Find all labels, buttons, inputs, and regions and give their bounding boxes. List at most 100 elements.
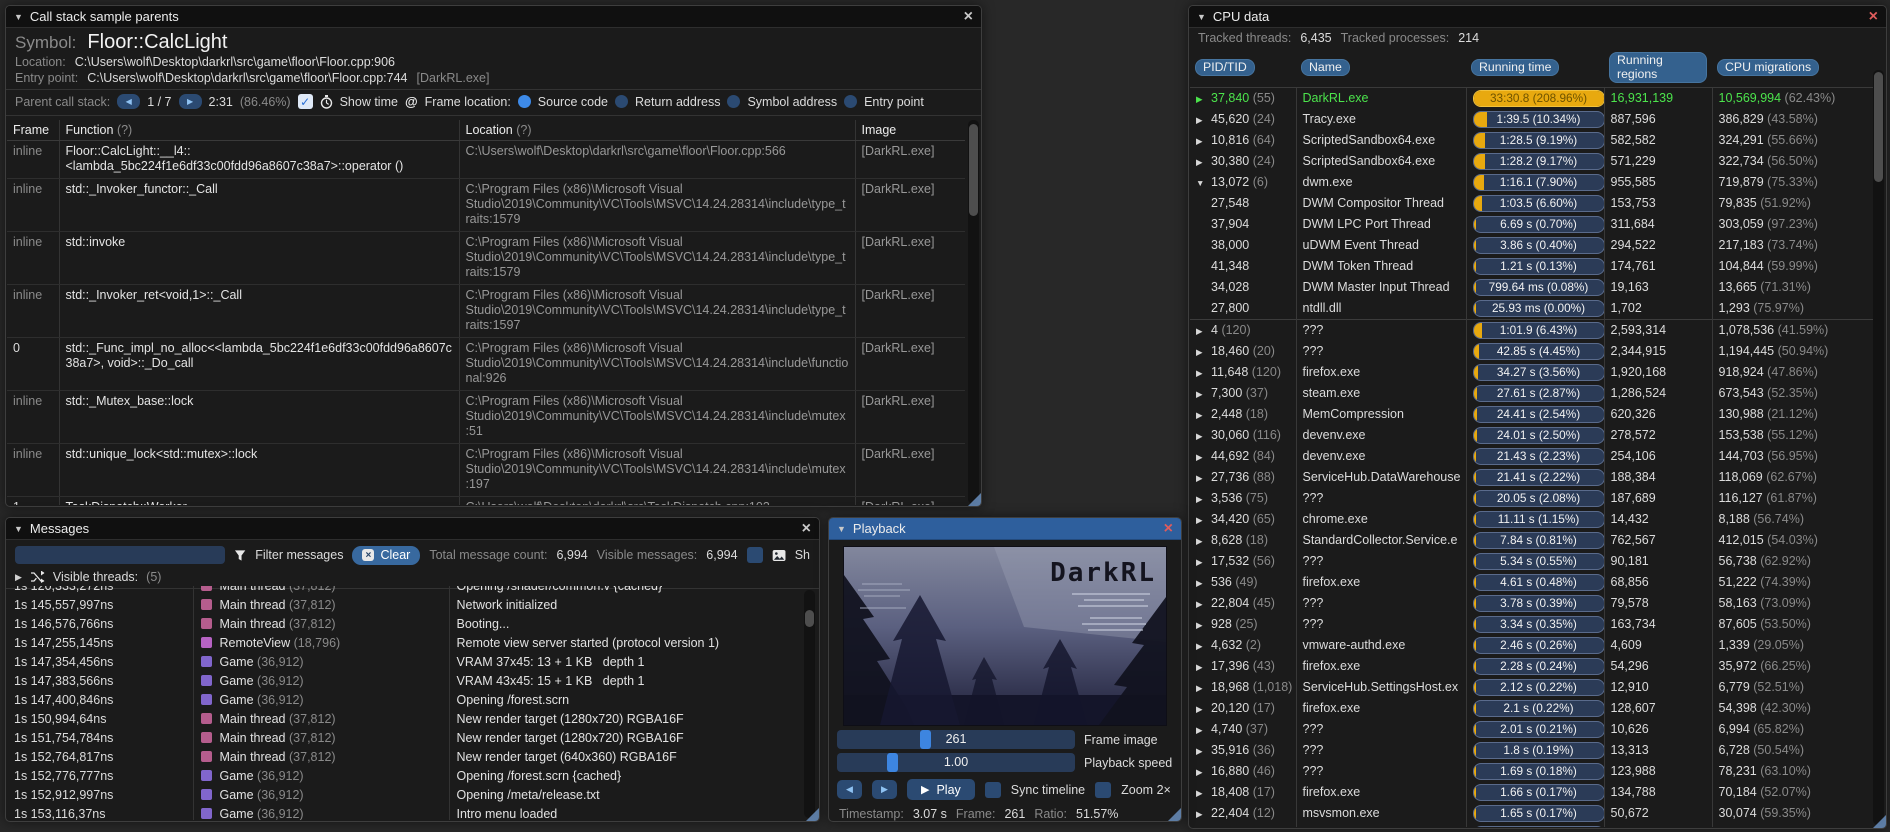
cpu-row[interactable]: 27,548 DWM Compositor Thread 1:03.5 (6.6…	[1190, 193, 1873, 214]
callstack-table-row[interactable]: inline Floor::CalcLight::__l4::<lambda_5…	[7, 140, 965, 179]
cpu-row[interactable]: ▶ 20,120 (17) firefox.exe 2.1 s (0.22%) 1…	[1190, 698, 1873, 719]
cpu-row[interactable]: ▶ 34,420 (65) chrome.exe 11.11 s (1.15%) …	[1190, 509, 1873, 530]
col-location[interactable]: Location (?)	[458, 120, 855, 141]
cpu-row[interactable]: 34,028 DWM Master Input Thread 799.64 ms…	[1190, 277, 1873, 298]
close-icon[interactable]: ×	[1164, 520, 1173, 536]
show-time-checkbox[interactable]: ✓	[297, 94, 313, 109]
expand-icon[interactable]: ▶	[1196, 785, 1211, 802]
expand-icon[interactable]: ▶	[1196, 575, 1211, 592]
scrollbar-thumb[interactable]	[969, 124, 978, 216]
close-icon[interactable]: ×	[802, 520, 811, 536]
callstack-titlebar[interactable]: ▼ Call stack sample parents ×	[6, 6, 981, 28]
cpu-row[interactable]: ▶ 27,736 (88) ServiceHub.DataWarehouse 21…	[1190, 467, 1873, 488]
expand-icon[interactable]: ▶	[1196, 764, 1211, 781]
cpu-row[interactable]: ▶ 22,804 (45) ??? 3.78 s (0.39%) 79,578 5…	[1190, 593, 1873, 614]
cpu-row[interactable]: ▶ 18,968 (1,018) ServiceHub.SettingsHost.…	[1190, 677, 1873, 698]
expand-icon[interactable]: ▶	[1196, 323, 1211, 340]
cpu-row[interactable]: ▶ 10,816 (64) ScriptedSandbox64.exe 1:28.…	[1190, 130, 1873, 151]
cpu-row[interactable]: ▶ 44,692 (84) devenv.exe 21.43 s (2.23%) …	[1190, 446, 1873, 467]
cpu-row[interactable]: ▼ 13,072 (6) dwm.exe 1:16.1 (7.90%) 955,5…	[1190, 172, 1873, 193]
expand-icon[interactable]: ▶	[1196, 365, 1211, 382]
resize-grip[interactable]	[1873, 815, 1886, 828]
cpu-row[interactable]: 41,348 DWM Token Thread 1.21 s (0.13%) 1…	[1190, 256, 1873, 277]
message-row[interactable]: 1s 146,576,766ns Main thread (37,812) Bo…	[7, 615, 802, 634]
expand-icon[interactable]: ▶	[1196, 91, 1211, 108]
expand-icon[interactable]: ▶	[15, 572, 22, 583]
expand-icon[interactable]: ▶	[1196, 638, 1211, 655]
radio-source-code[interactable]	[517, 95, 531, 108]
radio-symbol-address[interactable]	[727, 95, 741, 108]
expand-icon[interactable]: ▶	[1196, 154, 1211, 171]
radio-return-address[interactable]	[614, 95, 628, 108]
expand-icon[interactable]: ▶	[1196, 596, 1211, 613]
expand-icon[interactable]: ▶	[1196, 659, 1211, 676]
expand-icon[interactable]: ▶	[1196, 617, 1211, 634]
callstack-table-row[interactable]: inline std::_Mutex_base::lock C:\Program…	[7, 390, 965, 444]
expand-icon[interactable]: ▶	[1196, 133, 1211, 150]
col-running-regions[interactable]: Running regions	[1609, 52, 1707, 83]
message-row[interactable]: 1s 150,994,64ns Main thread (37,812) New…	[7, 710, 802, 729]
expand-icon[interactable]: ▶	[1196, 491, 1211, 508]
expand-icon[interactable]: ▶	[1196, 112, 1211, 129]
next-frame-button[interactable]: ▶	[872, 780, 897, 799]
message-row[interactable]: 1s 147,400,846ns Game (36,912) Opening /…	[7, 691, 802, 710]
message-row[interactable]: 1s 152,764,817ns Main thread (37,812) Ne…	[7, 748, 802, 767]
expand-icon[interactable]: ▶	[1196, 470, 1211, 487]
cpu-row[interactable]: ▶ 17,532 (56) ??? 5.34 s (0.55%) 90,181 5…	[1190, 551, 1873, 572]
cpu-row[interactable]: ▶ 18,408 (17) firefox.exe 1.66 s (0.17%) …	[1190, 782, 1873, 803]
play-button[interactable]: ▶ Play	[907, 779, 975, 800]
scrollbar-thumb[interactable]	[805, 610, 814, 627]
message-row[interactable]: 1s 147,383,566ns Game (36,912) VRAM 43x4…	[7, 672, 802, 691]
cpu-row[interactable]: ▶ 45,620 (24) Tracy.exe 1:39.5 (10.34%) 8…	[1190, 109, 1873, 130]
expand-icon[interactable]: ▶	[1196, 533, 1211, 550]
expand-icon[interactable]: ▶	[1196, 680, 1211, 697]
col-cpu-migrations[interactable]: CPU migrations	[1717, 59, 1820, 76]
clear-filter-button[interactable]: × Clear	[352, 545, 421, 565]
cpu-row[interactable]: ▶ 4,632 (2) vmware-authd.exe 2.46 s (0.26…	[1190, 635, 1873, 656]
cpu-row[interactable]: ▶ 4 (120) ??? 1:01.9 (6.43%) 2,593,314 1,…	[1190, 319, 1873, 341]
expand-icon[interactable]: ▶	[1196, 512, 1211, 529]
callstack-table-row[interactable]: inline std::invoke C:\Program Files (x86…	[7, 231, 965, 285]
radio-entry-point[interactable]	[844, 95, 858, 108]
cpu-row[interactable]: ▶ 8,628 (18) StandardCollector.Service.e …	[1190, 530, 1873, 551]
message-filter-input[interactable]	[15, 546, 225, 564]
expand-icon[interactable]: ▶	[1196, 554, 1211, 571]
callstack-table-row[interactable]: inline std::_Invoker_functor::_Call C:\P…	[7, 178, 965, 232]
callstack-table-row[interactable]: inline std::unique_lock<std::mutex>::loc…	[7, 443, 965, 497]
zoom-2x-checkbox[interactable]	[1095, 781, 1112, 798]
collapse-icon[interactable]: ▼	[837, 524, 846, 534]
cpu-row[interactable]: ▶ 35,916 (36) ??? 1.8 s (0.19%) 13,313 6,…	[1190, 740, 1873, 761]
expand-icon[interactable]: ▶	[1196, 449, 1211, 466]
col-running-time[interactable]: Running time	[1471, 59, 1560, 76]
cpu-row[interactable]: 37,904 DWM LPC Port Thread 6.69 s (0.70%…	[1190, 214, 1873, 235]
callstack-table-row[interactable]: 1 TaskDispatch::Worker C:\Users\wolf\Des…	[7, 496, 965, 505]
playback-speed-slider[interactable]: 1.00	[837, 753, 1075, 772]
cpu-row[interactable]: ▶ 928 (25) ??? 3.34 s (0.35%) 163,734 87,…	[1190, 614, 1873, 635]
messages-titlebar[interactable]: ▼ Messages ×	[6, 518, 819, 540]
cpu-row[interactable]: ▶ 2,448 (18) MemCompression 24.41 s (2.54…	[1190, 404, 1873, 425]
callstack-scrollbar[interactable]	[968, 120, 979, 504]
messages-scrollbar[interactable]	[804, 590, 815, 818]
cpu-row[interactable]: ▶ 30,380 (24) ScriptedSandbox64.exe 1:28.…	[1190, 151, 1873, 172]
expand-icon[interactable]: ▶	[1196, 386, 1211, 403]
cpu-row[interactable]: ▶ 3,536 (75) ??? 20.05 s (2.08%) 187,689 …	[1190, 488, 1873, 509]
next-callstack-button[interactable]: ▶	[178, 94, 202, 109]
message-row[interactable]: 1s 147,354,456ns Game (36,912) VRAM 37x4…	[7, 653, 802, 672]
message-row[interactable]: 1s 147,255,145ns RemoteView (18,796) Rem…	[7, 634, 802, 653]
expand-icon[interactable]: ▶	[1196, 722, 1211, 739]
expand-icon[interactable]: ▶	[1196, 344, 1211, 361]
cpu-row[interactable]: ▶ 37,840 (55) DarkRL.exe 33:30.8 (208.96%…	[1190, 87, 1873, 109]
cpu-row[interactable]: 27,800 ntdll.dll 25.93 ms (0.00%) 1,702 …	[1190, 298, 1873, 320]
cpu-row[interactable]: ▶ 536 (49) firefox.exe 4.61 s (0.48%) 68,…	[1190, 572, 1873, 593]
close-icon[interactable]: ×	[1869, 8, 1878, 24]
cpu-row[interactable]: ▶ 18,460 (20) ??? 42.85 s (4.45%) 2,344,9…	[1190, 341, 1873, 362]
frame-image-slider[interactable]: 261	[837, 730, 1075, 749]
expand-icon[interactable]: ▶	[1196, 806, 1211, 823]
cpu-titlebar[interactable]: ▼ CPU data ×	[1189, 6, 1886, 28]
resize-grip[interactable]	[806, 808, 819, 821]
collapse-icon[interactable]: ▼	[14, 524, 23, 534]
col-name[interactable]: Name	[1301, 59, 1350, 76]
col-image[interactable]: Image	[854, 120, 965, 141]
expand-icon[interactable]: ▶	[1196, 407, 1211, 424]
col-frame[interactable]: Frame	[7, 120, 59, 141]
